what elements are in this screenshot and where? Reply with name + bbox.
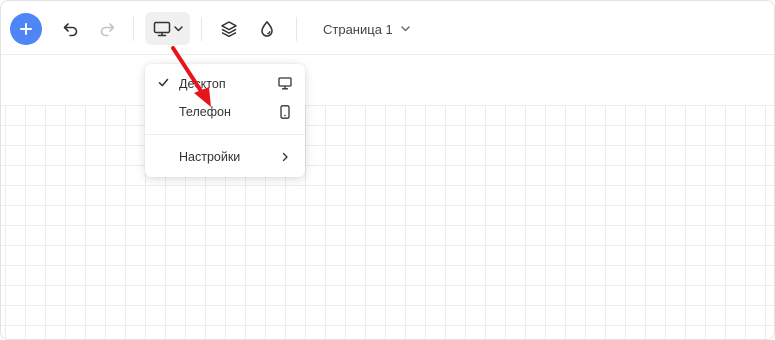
fill-color-button[interactable] — [253, 15, 281, 43]
drop-icon — [261, 21, 273, 37]
menu-item-settings[interactable]: Настройки — [145, 144, 305, 170]
toolbar: Страница 1 — [1, 1, 774, 55]
page-select-label: Страница 1 — [323, 21, 393, 37]
editor-window: Страница 1 Десктоп Телефон Настройки — [0, 0, 775, 340]
menu-item-label: Телефон — [179, 105, 231, 119]
undo-icon — [63, 23, 78, 37]
layers-button[interactable] — [215, 15, 243, 43]
menu-item-label: Десктоп — [179, 77, 226, 91]
design-canvas[interactable] — [1, 105, 774, 339]
page-select[interactable]: Страница 1 — [315, 15, 418, 43]
menu-item-label: Настройки — [179, 150, 241, 164]
layers-icon — [221, 21, 237, 38]
checkmark-icon — [158, 78, 169, 87]
toolbar-divider — [133, 17, 134, 41]
add-button[interactable] — [10, 13, 42, 45]
chevron-right-icon — [282, 152, 288, 162]
toolbar-divider — [296, 17, 297, 41]
phone-icon — [280, 105, 290, 119]
menu-item-phone[interactable]: Телефон — [145, 99, 305, 125]
monitor-icon — [153, 21, 170, 36]
device-dropdown-menu: Десктоп Телефон Настройки — [145, 64, 305, 177]
redo-button[interactable] — [93, 15, 121, 43]
monitor-icon — [278, 77, 292, 90]
device-switch-button[interactable] — [145, 12, 190, 45]
menu-divider — [145, 134, 305, 135]
chevron-down-icon — [401, 26, 410, 32]
plus-icon — [20, 23, 32, 35]
menu-item-desktop[interactable]: Десктоп — [145, 71, 305, 97]
redo-icon — [100, 23, 115, 37]
chevron-down-icon — [173, 25, 183, 31]
undo-button[interactable] — [57, 15, 85, 43]
toolbar-divider — [201, 17, 202, 41]
